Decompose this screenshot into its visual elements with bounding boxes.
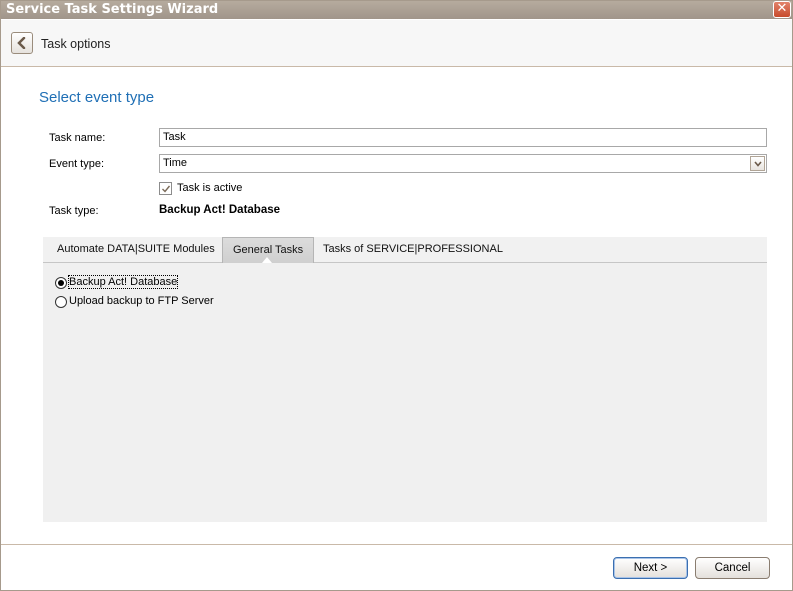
event-type-select[interactable]: Time (159, 154, 767, 173)
cancel-button[interactable]: Cancel (695, 557, 770, 579)
radio-backup-database[interactable] (55, 277, 67, 289)
close-icon: ✕ (776, 1, 788, 16)
radio-upload-ftp[interactable] (55, 296, 67, 308)
wizard-window: Service Task Settings Wizard ✕ Task opti… (0, 0, 793, 591)
next-button[interactable]: Next > (613, 557, 688, 579)
back-button[interactable] (11, 32, 33, 54)
task-name-value: Task (163, 131, 186, 143)
tab-automate-modules[interactable]: Automate DATA|SUITE Modules (47, 237, 225, 263)
option-label: Backup Act! Database (67, 275, 179, 289)
task-active-checkbox[interactable] (159, 182, 172, 195)
wizard-header: Task options (1, 20, 792, 67)
task-active-label: Task is active (177, 182, 243, 194)
chevron-down-icon (754, 161, 762, 167)
footer-divider (1, 544, 792, 545)
task-type-label: Task type: (49, 205, 99, 217)
event-type-value: Time (163, 157, 188, 169)
tab-service-professional[interactable]: Tasks of SERVICE|PROFESSIONAL (313, 237, 513, 263)
tab-bar: Automate DATA|SUITE Modules General Task… (43, 237, 767, 263)
task-name-input[interactable]: Task (159, 128, 767, 147)
checkmark-icon (162, 185, 171, 193)
task-type-value: Backup Act! Database (159, 204, 281, 216)
dropdown-button[interactable] (750, 156, 765, 171)
section-title: Select event type (39, 89, 155, 106)
option-label: Upload backup to FTP Server (69, 295, 214, 307)
event-type-label: Event type: (49, 158, 105, 170)
window-title: Service Task Settings Wizard (6, 2, 219, 17)
title-bar: Service Task Settings Wizard ✕ (1, 1, 792, 19)
chevron-left-icon (17, 37, 26, 49)
task-name-label: Task name: (49, 132, 106, 144)
close-button[interactable]: ✕ (773, 1, 791, 18)
general-tasks-panel: Backup Act! Database Upload backup to FT… (43, 263, 767, 522)
page-title: Task options (41, 37, 111, 51)
